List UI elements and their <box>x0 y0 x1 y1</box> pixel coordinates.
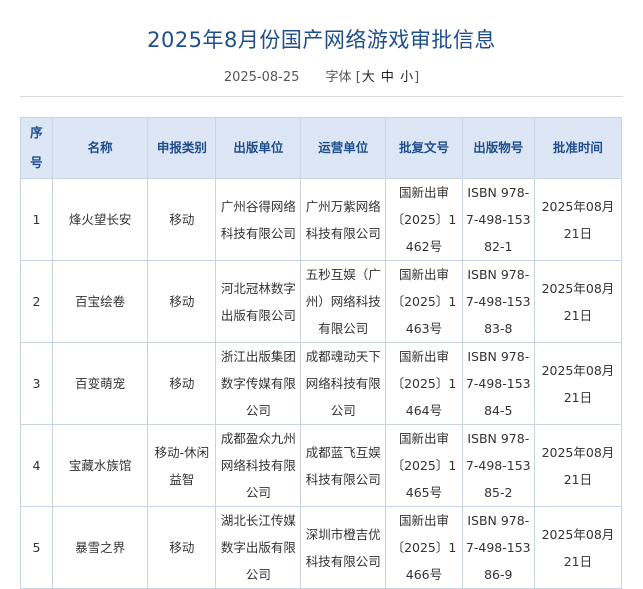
cell-operator: 成都蓝飞互娱科技有限公司 <box>300 424 387 507</box>
cell-approval-doc: 国新出审〔2025〕1465号 <box>385 424 463 507</box>
table-row: 5 暴雪之界 移动 湖北长江传媒数字出版有限公司 深圳市橙吉优科技有限公司 国新… <box>20 506 623 589</box>
cell-no: 3 <box>20 342 53 425</box>
cell-publisher: 浙江出版集团数字传媒有限公司 <box>215 342 302 425</box>
cell-isbn: ISBN 978-7-498-15385-2 <box>461 424 535 507</box>
cell-approval-date: 2025年08月21日 <box>533 424 623 507</box>
font-size-large-button[interactable]: 大 <box>362 70 375 85</box>
font-size-label: 字体 <box>325 70 352 85</box>
cell-isbn: ISBN 978-7-498-15384-5 <box>461 342 535 425</box>
cell-name: 烽火望长安 <box>51 178 149 261</box>
divider <box>20 96 623 97</box>
font-size-small-button[interactable]: 小 <box>400 70 413 85</box>
cell-publisher: 湖北长江传媒数字出版有限公司 <box>215 506 302 589</box>
article-meta: 2025-08-25 字体 [大 中 小] <box>0 66 643 85</box>
cell-type: 移动 <box>147 506 217 589</box>
cell-no: 1 <box>20 178 53 261</box>
cell-type: 移动 <box>147 260 217 343</box>
cell-isbn: ISBN 978-7-498-15382-1 <box>461 178 535 261</box>
font-size-bracket-close: ] <box>414 70 420 85</box>
cell-approval-date: 2025年08月21日 <box>533 178 623 261</box>
header-name: 名称 <box>51 117 149 179</box>
cell-no: 2 <box>20 260 53 343</box>
cell-approval-doc: 国新出审〔2025〕1463号 <box>385 260 463 343</box>
table-row: 4 宝藏水族馆 移动-休闲益智 成都盈众九州网络科技有限公司 成都蓝飞互娱科技有… <box>20 424 623 507</box>
cell-approval-doc: 国新出审〔2025〕1462号 <box>385 178 463 261</box>
cell-no: 4 <box>20 424 53 507</box>
page-title: 2025年8月份国产网络游戏审批信息 <box>147 28 496 53</box>
approval-table: 序号 名称 申报类别 出版单位 运营单位 批复文号 出版物号 批准时间 1 烽火… <box>20 117 623 589</box>
cell-approval-date: 2025年08月21日 <box>533 260 623 343</box>
cell-operator: 广州万紫网络科技有限公司 <box>300 178 387 261</box>
cell-operator: 深圳市橙吉优科技有限公司 <box>300 506 387 589</box>
table-row: 3 百变萌宠 移动 浙江出版集团数字传媒有限公司 成都魂动天下网络科技有限公司 … <box>20 342 623 425</box>
cell-publisher: 广州谷得网络科技有限公司 <box>215 178 302 261</box>
publish-date: 2025-08-25 <box>223 70 300 85</box>
table-row: 1 烽火望长安 移动 广州谷得网络科技有限公司 广州万紫网络科技有限公司 国新出… <box>20 178 623 261</box>
font-size-medium-button[interactable]: 中 <box>381 70 394 85</box>
cell-name: 暴雪之界 <box>51 506 149 589</box>
header-no: 序号 <box>20 117 53 179</box>
cell-publisher: 成都盈众九州网络科技有限公司 <box>215 424 302 507</box>
table-row: 2 百宝绘卷 移动 河北冠林数字出版有限公司 五秒互娱（广州）网络科技有限公司 … <box>20 260 623 343</box>
header-isbn: 出版物号 <box>461 117 535 179</box>
cell-approval-date: 2025年08月21日 <box>533 506 623 589</box>
cell-isbn: ISBN 978-7-498-15383-8 <box>461 260 535 343</box>
header-operator: 运营单位 <box>300 117 387 179</box>
header-approval-doc: 批复文号 <box>385 117 463 179</box>
cell-no: 5 <box>20 506 53 589</box>
table-header-row: 序号 名称 申报类别 出版单位 运营单位 批复文号 出版物号 批准时间 <box>20 117 623 179</box>
cell-name: 百变萌宠 <box>51 342 149 425</box>
cell-operator: 成都魂动天下网络科技有限公司 <box>300 342 387 425</box>
cell-type: 移动-休闲益智 <box>147 424 217 507</box>
header-type: 申报类别 <box>147 117 217 179</box>
cell-approval-doc: 国新出审〔2025〕1466号 <box>385 506 463 589</box>
cell-name: 百宝绘卷 <box>51 260 149 343</box>
cell-type: 移动 <box>147 178 217 261</box>
cell-operator: 五秒互娱（广州）网络科技有限公司 <box>300 260 387 343</box>
cell-type: 移动 <box>147 342 217 425</box>
font-size-bracket-open: [ <box>355 70 361 85</box>
header-publisher: 出版单位 <box>215 117 302 179</box>
header-approval-date: 批准时间 <box>533 117 623 179</box>
cell-publisher: 河北冠林数字出版有限公司 <box>215 260 302 343</box>
cell-isbn: ISBN 978-7-498-15386-9 <box>461 506 535 589</box>
cell-name: 宝藏水族馆 <box>51 424 149 507</box>
cell-approval-date: 2025年08月21日 <box>533 342 623 425</box>
cell-approval-doc: 国新出审〔2025〕1464号 <box>385 342 463 425</box>
